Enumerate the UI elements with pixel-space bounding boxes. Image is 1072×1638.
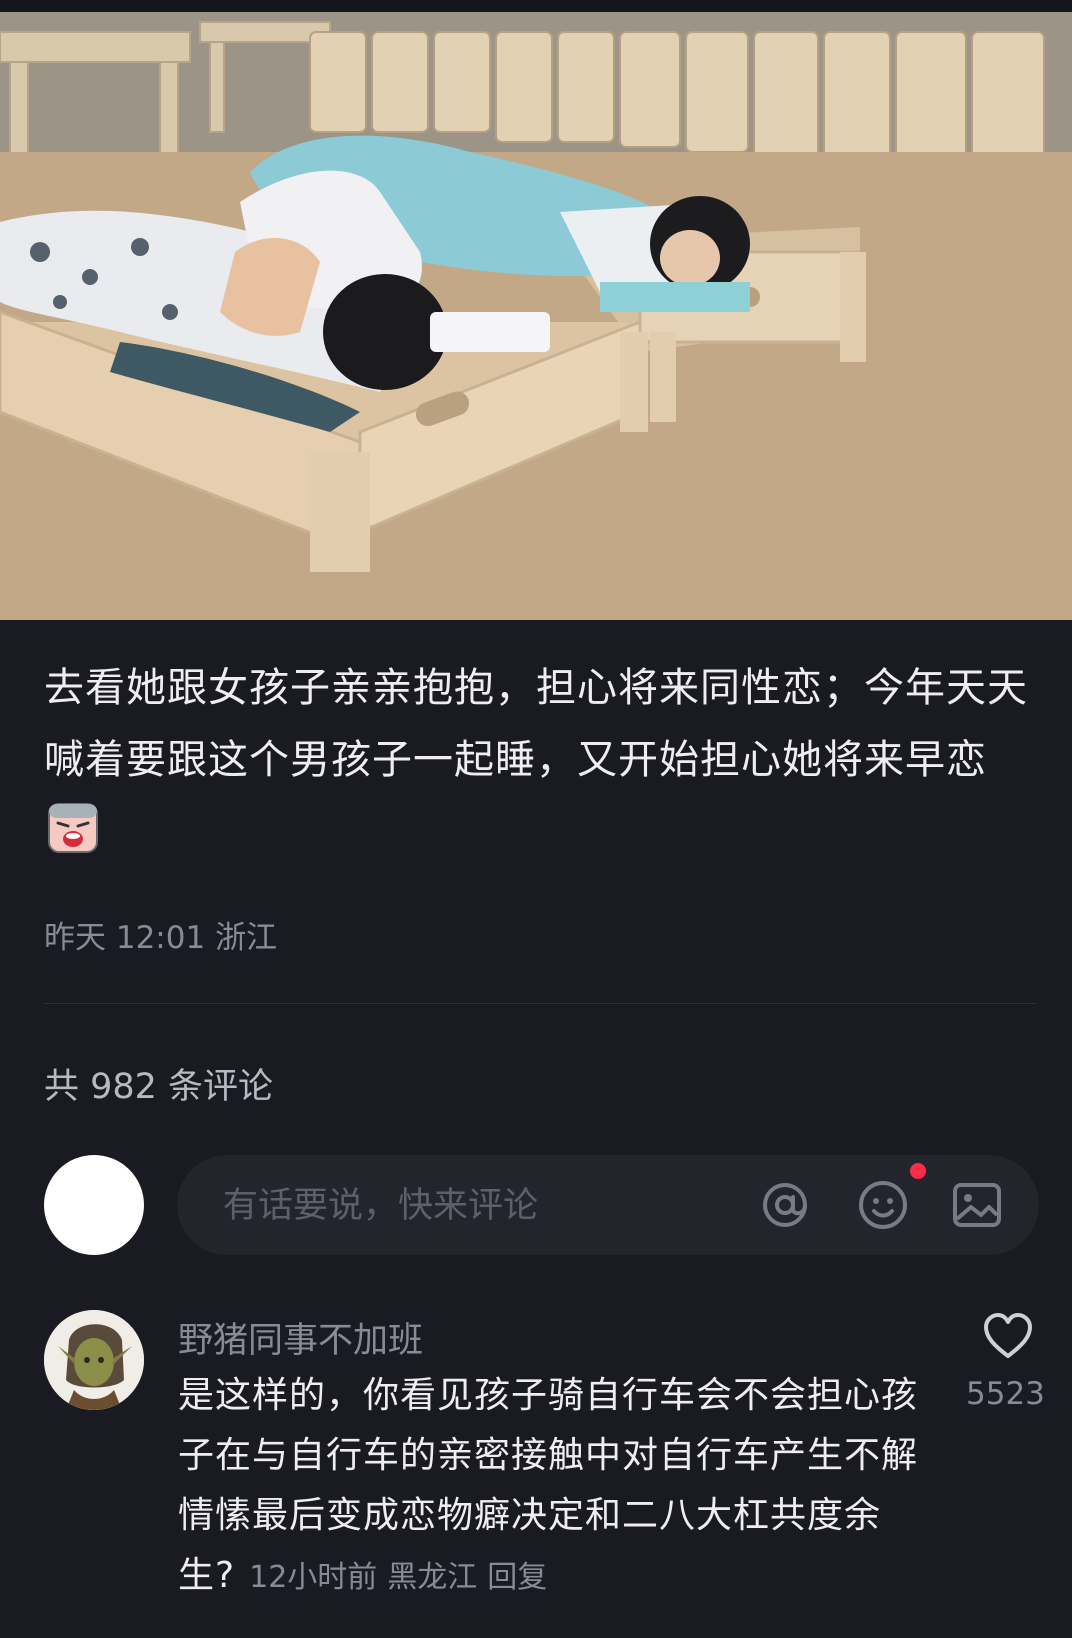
post-photo[interactable] bbox=[0, 12, 1072, 620]
post-location: 浙江 bbox=[215, 920, 278, 956]
post-text-content: 去看她跟女孩子亲亲抱抱，担心将来同性恋；今年天天喊着要跟这个男孩子一起睡，又开始… bbox=[44, 665, 1028, 783]
comment-count: 共 982 条评论 bbox=[44, 1067, 274, 1107]
post-time: 昨天 12:01 bbox=[44, 920, 206, 956]
divider bbox=[44, 1003, 1036, 1004]
my-avatar[interactable] bbox=[44, 1155, 144, 1255]
image-icon[interactable] bbox=[951, 1179, 1003, 1231]
crying-face-icon bbox=[48, 803, 98, 853]
heart-icon[interactable] bbox=[982, 1312, 1034, 1360]
notification-dot bbox=[910, 1163, 926, 1179]
comment-time: 12小时前 bbox=[249, 1560, 378, 1595]
comment-location: 黑龙江 bbox=[387, 1560, 478, 1595]
comment-input[interactable] bbox=[221, 1177, 745, 1235]
comment-text: 是这样的，你看见孩子骑自行车会不会担心孩子在与自行车的亲密接触中对自行车产生不解… bbox=[178, 1366, 938, 1608]
at-icon[interactable] bbox=[759, 1179, 811, 1231]
emoji-icon[interactable] bbox=[857, 1179, 909, 1231]
commenter-avatar[interactable] bbox=[44, 1310, 144, 1410]
post-text: 去看她跟女孩子亲亲抱抱，担心将来同性恋；今年天天喊着要跟这个男孩子一起睡，又开始… bbox=[44, 652, 1034, 868]
commenter-username[interactable]: 野猪同事不加班 bbox=[178, 1312, 423, 1363]
comment-meta: 12小时前 黑龙江 回复 bbox=[249, 1560, 557, 1595]
reply-button[interactable]: 回复 bbox=[487, 1560, 547, 1595]
post-photo-illustration bbox=[0, 12, 1072, 620]
post-meta: 昨天 12:01 浙江 bbox=[44, 912, 277, 957]
like-count: 5523 bbox=[966, 1376, 1045, 1412]
